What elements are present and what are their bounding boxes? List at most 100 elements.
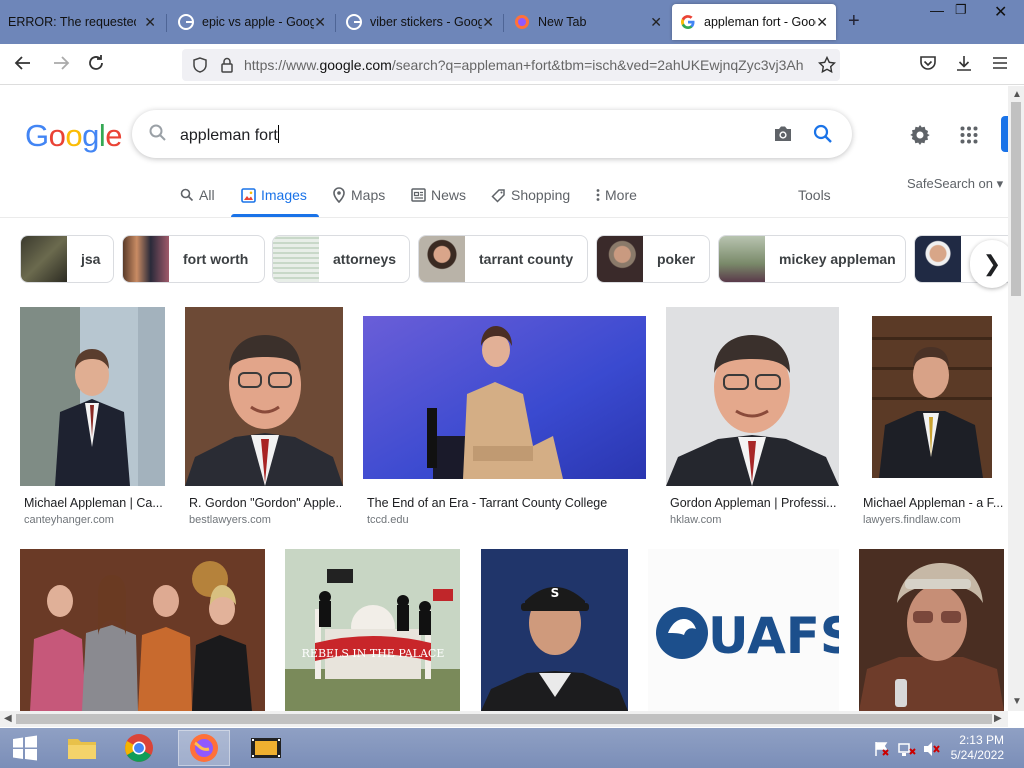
result-title[interactable]: Michael Appleman | Ca...: [24, 496, 164, 510]
search-query-text: appleman fort: [180, 127, 278, 144]
search-icon: [149, 124, 166, 141]
tab-separator: [166, 14, 167, 32]
result-source[interactable]: hklaw.com: [670, 514, 721, 526]
search-input[interactable]: appleman fort: [180, 125, 279, 145]
volume-muted-icon[interactable]: [922, 741, 940, 757]
settings-gear-icon[interactable]: [908, 123, 932, 147]
result-image[interactable]: [666, 307, 839, 486]
google-logo[interactable]: Google: [25, 118, 123, 154]
result-title[interactable]: Michael Appleman - a F...: [863, 496, 1003, 510]
horizontal-scroll-thumb[interactable]: [16, 714, 992, 724]
browser-tab-viber-stickers[interactable]: viber stickers - Google S ✕: [338, 4, 502, 40]
search-button-icon[interactable]: [812, 123, 834, 145]
logo-letter: e: [105, 118, 123, 153]
download-icon: [957, 56, 971, 71]
result-source[interactable]: canteyhanger.com: [24, 514, 114, 526]
close-icon[interactable]: ✕: [314, 14, 326, 31]
uafs-logo-text: UAFS: [708, 607, 839, 665]
camera-search-icon[interactable]: [772, 123, 794, 145]
browser-tab-error[interactable]: ERROR: The requested UR ✕: [0, 4, 164, 40]
result-title[interactable]: R. Gordon "Gordon" Apple...: [189, 496, 341, 510]
chip-attorneys[interactable]: attorneys: [272, 235, 410, 283]
back-arrow-icon: [14, 56, 30, 70]
horizontal-scrollbar[interactable]: ◀ ▶: [0, 711, 1008, 727]
browser-tab-new-tab[interactable]: New Tab ✕: [506, 4, 670, 40]
scroll-down-arrow-icon[interactable]: ▼: [1012, 696, 1022, 707]
hamburger-menu-icon: [993, 57, 1007, 69]
browser-tab-epic-vs-apple[interactable]: epic vs apple - Google S ✕: [170, 4, 334, 40]
forward-button[interactable]: [52, 54, 70, 77]
map-pin-icon: [333, 187, 345, 203]
network-icon[interactable]: [898, 741, 916, 757]
result-image[interactable]: [185, 307, 343, 486]
chip-label: poker: [657, 251, 696, 267]
chip-jsa[interactable]: jsa: [20, 235, 114, 283]
search-box[interactable]: appleman fort: [132, 110, 852, 158]
chip-thumbnail: [419, 236, 465, 282]
menu-button[interactable]: [991, 54, 1009, 77]
result-image[interactable]: [859, 549, 1004, 711]
dropdown-arrow-icon: ▾: [996, 176, 1004, 191]
google-apps-grid-icon[interactable]: [960, 126, 978, 144]
pocket-icon: [920, 56, 936, 70]
scroll-left-arrow-icon[interactable]: ◀: [4, 713, 12, 724]
taskbar-media-app[interactable]: [240, 730, 292, 766]
safesearch-toggle[interactable]: SafeSearch on ▾: [907, 176, 1003, 192]
close-window-button[interactable]: ✕: [994, 2, 1007, 22]
tab-maps[interactable]: Maps: [332, 187, 385, 203]
result-image[interactable]: S: [481, 549, 628, 711]
tab-shopping[interactable]: Shopping: [491, 187, 570, 203]
search-icon: [180, 188, 194, 202]
tab-all[interactable]: All: [180, 187, 215, 203]
tab-news[interactable]: News: [411, 187, 466, 203]
result-image[interactable]: [20, 307, 165, 486]
close-icon[interactable]: ✕: [144, 14, 156, 31]
reload-button[interactable]: [87, 54, 105, 77]
result-image[interactable]: REBELS IN THE PALACE: [285, 549, 460, 711]
bookmark-star-icon[interactable]: [818, 56, 836, 74]
tab-title: viber stickers - Google S: [370, 15, 482, 29]
restore-button[interactable]: ❐: [955, 2, 967, 18]
new-tab-button[interactable]: +: [848, 10, 860, 33]
close-icon[interactable]: ✕: [816, 14, 828, 31]
result-image[interactable]: [859, 307, 1004, 486]
result-source[interactable]: bestlawyers.com: [189, 514, 271, 526]
result-image[interactable]: [363, 316, 646, 479]
chip-fort-worth[interactable]: fort worth: [122, 235, 265, 283]
downloads-button[interactable]: [955, 54, 973, 77]
start-button[interactable]: [0, 730, 50, 766]
chip-mickey-appleman[interactable]: mickey appleman: [718, 235, 906, 283]
taskbar-file-explorer[interactable]: [56, 730, 108, 766]
folder-icon: [68, 739, 96, 759]
taskbar-chrome[interactable]: [113, 730, 165, 766]
chip-tarrant-county[interactable]: tarrant county: [418, 235, 588, 283]
tab-images[interactable]: Images: [241, 187, 307, 203]
result-title[interactable]: Gordon Appleman | Professi...: [670, 496, 838, 510]
pocket-button[interactable]: [919, 54, 937, 77]
taskbar-firefox[interactable]: [178, 730, 230, 766]
scroll-up-arrow-icon[interactable]: ▲: [1012, 89, 1022, 100]
windows-logo-icon: [13, 735, 37, 761]
vertical-scrollbar[interactable]: ▲ ▼: [1008, 86, 1024, 711]
url-text[interactable]: https://www.google.com/search?q=appleman…: [244, 57, 804, 73]
result-source[interactable]: tccd.edu: [367, 514, 409, 526]
vertical-scroll-thumb[interactable]: [1011, 102, 1021, 296]
scroll-right-arrow-icon[interactable]: ▶: [994, 713, 1002, 724]
url-bar[interactable]: https://www.google.com/search?q=appleman…: [182, 49, 840, 81]
action-center-flag-icon[interactable]: [874, 741, 890, 757]
result-title[interactable]: The End of an Era - Tarrant County Colle…: [367, 496, 627, 510]
close-icon[interactable]: ✕: [482, 14, 494, 31]
chip-poker[interactable]: poker: [596, 235, 710, 283]
result-image[interactable]: [20, 549, 265, 711]
result-source[interactable]: lawyers.findlaw.com: [863, 514, 961, 526]
browser-tab-appleman-fort[interactable]: appleman fort - Google S ✕: [672, 4, 836, 40]
tab-title: ERROR: The requested UR: [8, 15, 136, 29]
taskbar-clock[interactable]: 2:13 PM 5/24/2022: [948, 733, 1004, 763]
result-image[interactable]: UAFS: [648, 549, 839, 711]
tab-more[interactable]: More: [596, 187, 637, 203]
back-button[interactable]: [14, 54, 32, 77]
tools-button[interactable]: Tools: [798, 187, 831, 203]
close-icon[interactable]: ✕: [650, 14, 662, 31]
minimize-button[interactable]: —: [930, 2, 944, 18]
news-icon: [411, 188, 426, 202]
